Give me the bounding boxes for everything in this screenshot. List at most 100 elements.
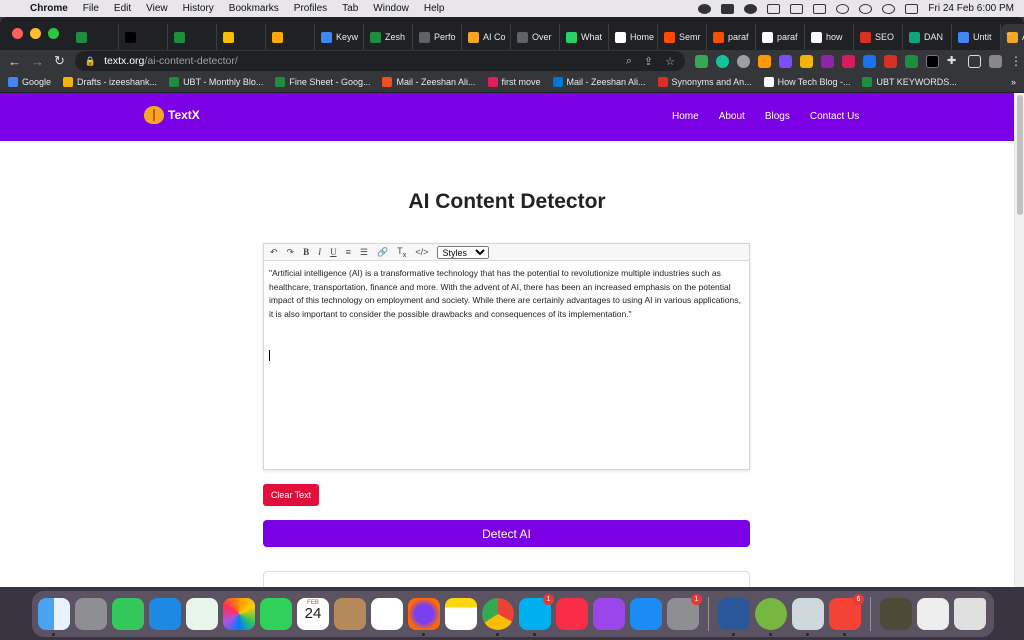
nav-home-link[interactable]: Home [672, 111, 699, 122]
photos-app-icon[interactable] [223, 598, 255, 630]
side-panel-icon[interactable] [968, 54, 981, 68]
bookmark-star-icon[interactable]: ☆ [665, 55, 675, 68]
browser-tab[interactable]: SEO [854, 24, 903, 50]
ai-extension-icon[interactable] [821, 54, 834, 68]
redo-icon[interactable]: ↷ [287, 247, 295, 258]
green-extension-icon[interactable] [905, 54, 918, 68]
browser-tab[interactable] [217, 24, 266, 50]
check-icon[interactable] [744, 3, 758, 14]
menu-history[interactable]: History [183, 3, 214, 14]
status-app-icon[interactable] [721, 3, 735, 14]
menu-tab[interactable]: Tab [342, 3, 358, 14]
share-icon[interactable]: ⇪ [644, 55, 653, 68]
browser-tab[interactable]: Over [511, 24, 560, 50]
profile-avatar[interactable] [989, 54, 1002, 68]
spotlight-search-icon[interactable] [882, 3, 896, 14]
pen-extension-icon[interactable] [779, 54, 792, 68]
lock-icon[interactable]: 🔒 [85, 56, 96, 67]
link-icon[interactable]: 🔗 [377, 247, 388, 258]
bookmark-item[interactable]: Google [8, 77, 51, 87]
browser-tab[interactable]: paraf [756, 24, 805, 50]
volume-icon[interactable] [790, 3, 804, 14]
browser-tab[interactable] [168, 24, 217, 50]
menu-help[interactable]: Help [424, 3, 445, 14]
amazon-extension-icon[interactable] [758, 54, 771, 68]
browser-tab[interactable]: Zesh [364, 24, 413, 50]
wordpress-icon[interactable] [698, 3, 712, 14]
zoom-icon[interactable]: ⌕ [626, 55, 632, 68]
menu-window[interactable]: Window [373, 3, 409, 14]
menu-profiles[interactable]: Profiles [294, 3, 327, 14]
reload-icon[interactable]: ↻ [54, 53, 65, 69]
bookmark-item[interactable]: Fine Sheet - Goog... [275, 77, 370, 87]
calendar-app-icon[interactable]: FEB 24 [297, 598, 329, 630]
system-settings-app-icon[interactable]: 1 [667, 594, 702, 630]
browser-tab[interactable] [119, 24, 168, 50]
nav-about-link[interactable]: About [719, 111, 745, 122]
bulleted-list-icon[interactable]: ☰ [360, 247, 368, 258]
puzzle-extensions-icon[interactable]: ✚ [947, 55, 960, 68]
source-code-icon[interactable]: </> [415, 247, 428, 257]
scrollbar-thumb[interactable] [1017, 95, 1023, 215]
zoom-window-button[interactable] [48, 28, 59, 39]
bookmark-item[interactable]: Synonyms and An... [657, 77, 752, 87]
messages-app-icon[interactable] [112, 598, 144, 630]
p-extension-icon[interactable] [863, 54, 876, 68]
menu-app-name[interactable]: Chrome [30, 3, 68, 14]
shield-extension-icon[interactable] [695, 54, 708, 68]
clear-text-button[interactable]: Clear Text [263, 484, 319, 506]
notes-app-icon[interactable] [445, 598, 477, 630]
browser-tab[interactable]: Keyw [315, 24, 364, 50]
battery-icon[interactable] [813, 3, 827, 14]
browser-tab[interactable] [266, 24, 315, 50]
wifi-icon[interactable] [859, 3, 873, 14]
menu-view[interactable]: View [146, 3, 168, 14]
menubar-clock[interactable]: Fri 24 Feb 6:00 PM [928, 3, 1014, 14]
editor-content[interactable]: "Artificial intelligence (AI) is a trans… [264, 261, 749, 327]
browser-tab[interactable]: AI Co [462, 24, 511, 50]
site-logo[interactable]: TextX [144, 106, 200, 124]
facetime-app-icon[interactable] [260, 598, 292, 630]
bold-icon[interactable]: B [303, 247, 309, 257]
browser-tab[interactable]: DAN [903, 24, 952, 50]
word-app-icon[interactable] [718, 598, 750, 636]
firefox-app-icon[interactable] [408, 598, 440, 636]
nav-blogs-link[interactable]: Blogs [765, 111, 790, 122]
control-center-icon[interactable] [905, 3, 919, 14]
menu-bookmarks[interactable]: Bookmarks [229, 3, 279, 14]
italic-icon[interactable]: I [318, 247, 321, 257]
mail-app-icon[interactable] [149, 598, 181, 630]
minimize-window-button[interactable] [30, 28, 41, 39]
bookmark-item[interactable]: Drafts - izeeshank... [63, 77, 157, 87]
underline-icon[interactable]: U [330, 247, 337, 257]
mail-extension-icon[interactable] [926, 54, 939, 68]
browser-tab[interactable] [70, 24, 119, 50]
styles-dropdown[interactable]: Styles [437, 245, 490, 259]
detect-ai-button[interactable]: Detect AI [263, 520, 750, 547]
skype-app-icon[interactable]: 1 [519, 594, 554, 636]
browser-tab[interactable]: Perfo [413, 24, 462, 50]
nav-contact-link[interactable]: Contact Us [810, 111, 859, 122]
browser-tab[interactable]: how [805, 24, 854, 50]
bookmarks-overflow-icon[interactable]: » [1011, 77, 1016, 87]
browser-tab[interactable]: Untit [952, 24, 1001, 50]
contacts-app-icon[interactable] [334, 598, 366, 630]
remove-format-icon[interactable]: Tx [397, 246, 406, 259]
app-store-icon[interactable] [630, 598, 662, 630]
music-app-icon[interactable] [556, 598, 588, 630]
browser-tab[interactable]: Home [609, 24, 658, 50]
finder-app-icon[interactable] [38, 598, 70, 636]
menu-edit[interactable]: Edit [114, 3, 131, 14]
pin-extension-icon[interactable] [842, 54, 855, 68]
screen-icon[interactable] [767, 3, 781, 14]
maps-app-icon[interactable] [186, 598, 218, 630]
trash-icon[interactable] [954, 598, 986, 630]
downloads-stack-icon[interactable] [917, 598, 949, 630]
preview-app-icon[interactable] [792, 598, 824, 636]
address-bar[interactable]: 🔒 textx.org/ai-content-detector/ ⌕ ⇪ ☆ [74, 51, 685, 71]
browser-tab[interactable]: What [560, 24, 609, 50]
back-icon[interactable]: ← [8, 54, 21, 69]
bookmark-item[interactable]: How Tech Blog -... [763, 77, 850, 87]
page-scrollbar[interactable] [1014, 93, 1024, 587]
bookmark-item[interactable]: Mail - Zeeshan Ali... [382, 77, 476, 87]
